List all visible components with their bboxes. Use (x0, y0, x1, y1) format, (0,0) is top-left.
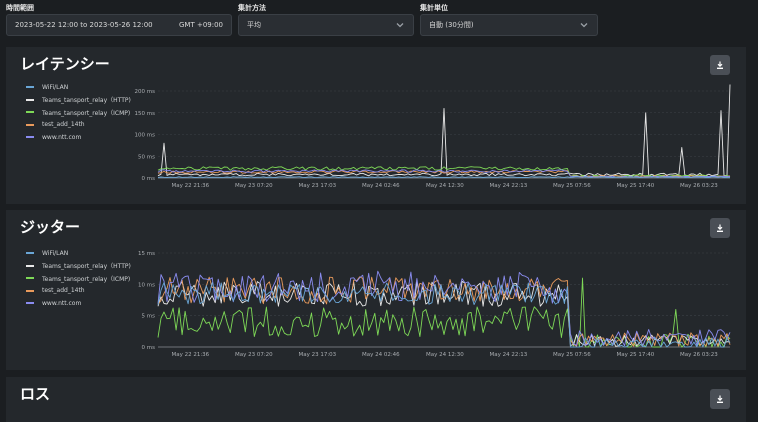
time-range-picker[interactable]: 2023-05-22 12:00 to 2023-05-26 12:00 GMT… (6, 14, 232, 36)
loss-panel: ロス (6, 377, 746, 422)
y-tick-label: 10 ms (138, 282, 155, 288)
y-tick-label: 100 ms (135, 133, 156, 139)
timezone-value: GMT +09:00 (178, 21, 223, 29)
x-tick-label: May 22 21:36 (171, 352, 209, 358)
loss-title: ロス (20, 385, 51, 403)
x-tick-label: May 24 22:13 (490, 183, 528, 189)
aggregation-unit-value: 自動 (30分間) (429, 21, 474, 29)
aggregation-method-value: 平均 (247, 21, 261, 29)
aggregation-unit-label: 集計単位 (420, 4, 448, 12)
y-tick-label: 50 ms (138, 154, 155, 160)
x-tick-label: May 24 02:46 (362, 183, 400, 189)
x-tick-label: May 23 07:20 (235, 352, 273, 358)
chevron-down-icon (580, 23, 588, 28)
x-tick-label: May 25 17:40 (616, 352, 654, 358)
chevron-down-icon (396, 23, 404, 28)
x-tick-label: May 23 07:20 (235, 183, 273, 189)
y-tick-label: 200 ms (135, 89, 156, 95)
x-tick-label: May 26 03:23 (680, 183, 718, 189)
x-tick-label: May 24 12:30 (426, 352, 464, 358)
time-range-label: 時間範囲 (6, 4, 34, 12)
jitter-chart: 0 ms 5 ms 10 ms 15 ms May 22 21:36 May 23 07:… (138, 251, 731, 358)
aggregation-method-select[interactable]: 平均 (238, 14, 414, 36)
series-line-http (157, 84, 731, 177)
aggregation-method-label: 集計方法 (238, 4, 266, 12)
download-button[interactable] (710, 389, 730, 409)
y-tick-label: 0 ms (142, 176, 156, 182)
x-tick-label: May 26 03:23 (680, 352, 718, 358)
x-tick-label: May 25 07:56 (553, 183, 591, 189)
x-tick-label: May 24 12:30 (426, 183, 464, 189)
x-tick-label: May 25 07:56 (553, 352, 591, 358)
latency-chart: 0 ms 50 ms 100 ms 150 ms 200 ms May 22 21:36 M… (135, 84, 731, 189)
aggregation-unit-select[interactable]: 自動 (30分間) (420, 14, 598, 36)
y-tick-label: 15 ms (138, 251, 155, 257)
download-icon (717, 395, 723, 403)
x-tick-label: May 25 17:40 (616, 183, 654, 189)
latency-panel: レイテンシー WiFi/LAN Teams_tansport_relay（HTTP… (6, 47, 746, 204)
jitter-panel: ジッター WiFi/LAN Teams_tansport_relay（HTTP) T… (6, 210, 746, 370)
y-tick-label: 0 ms (142, 345, 156, 351)
time-range-value: 2023-05-22 12:00 to 2023-05-26 12:00 (15, 21, 153, 29)
filter-bar: 時間範囲 2023-05-22 12:00 to 2023-05-26 12:0… (0, 0, 758, 44)
x-tick-label: May 22 21:36 (171, 183, 209, 189)
y-tick-label: 150 ms (135, 111, 156, 117)
x-tick-label: May 24 22:13 (490, 352, 528, 358)
x-tick-label: May 23 17:03 (298, 183, 336, 189)
x-tick-label: May 24 02:46 (362, 352, 400, 358)
y-tick-label: 5 ms (142, 314, 156, 320)
x-tick-label: May 23 17:03 (298, 352, 336, 358)
